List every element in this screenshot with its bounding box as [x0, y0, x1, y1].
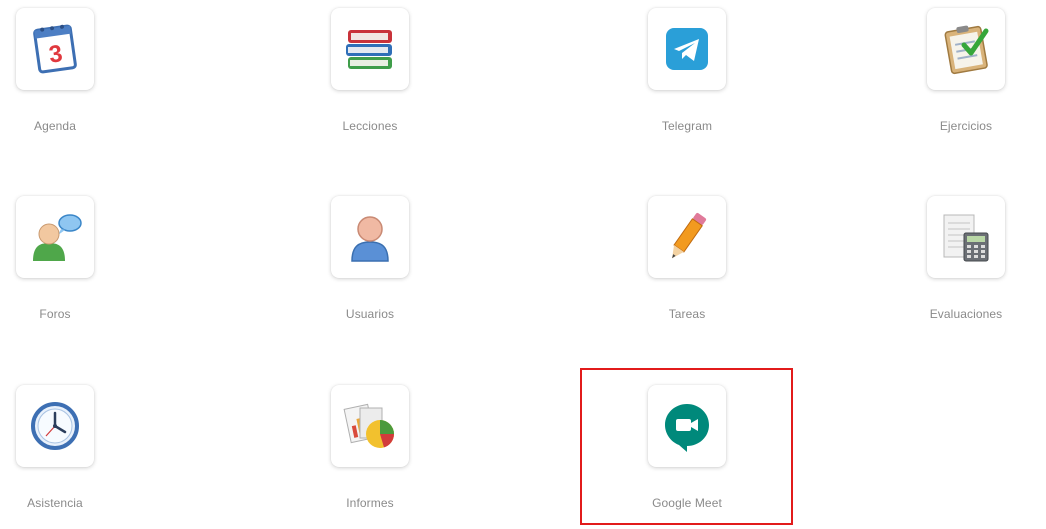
tool-label-ejercicios[interactable]: Ejercicios: [886, 119, 1046, 133]
calculator-sheet-icon: [943, 214, 989, 262]
tool-usuarios[interactable]: Usuarios: [290, 196, 450, 336]
tool-tile[interactable]: [331, 385, 409, 467]
tool-tile[interactable]: [648, 196, 726, 278]
tool-telegram[interactable]: Telegram: [607, 8, 767, 148]
tool-informes[interactable]: Informes: [290, 385, 450, 525]
tool-label-agenda[interactable]: Agenda: [0, 119, 135, 133]
reports-chart-icon: [343, 403, 394, 448]
tool-label-lecciones[interactable]: Lecciones: [290, 119, 450, 133]
tool-tile[interactable]: [927, 8, 1005, 90]
tool-tile[interactable]: [927, 196, 1005, 278]
tool-label-telegram[interactable]: Telegram: [607, 119, 767, 133]
tool-tile[interactable]: [331, 196, 409, 278]
tool-tile[interactable]: [16, 385, 94, 467]
tool-agenda[interactable]: 3 Agenda: [0, 8, 135, 148]
tool-evaluaciones[interactable]: Evaluaciones: [886, 196, 1046, 336]
tool-tile[interactable]: [648, 385, 726, 467]
tool-tile[interactable]: 3: [16, 8, 94, 90]
tool-foros[interactable]: Foros: [0, 196, 135, 336]
telegram-icon: [666, 28, 708, 70]
checklist-icon: [944, 25, 989, 75]
tool-label-evaluaciones[interactable]: Evaluaciones: [886, 307, 1046, 321]
pencil-icon: [672, 213, 707, 259]
tool-label-usuarios[interactable]: Usuarios: [290, 307, 450, 321]
tool-label-foros[interactable]: Foros: [0, 307, 135, 321]
forum-user-icon: [33, 214, 82, 261]
tool-tile[interactable]: [16, 196, 94, 278]
tool-label-google-meet[interactable]: Google Meet: [607, 496, 767, 510]
tool-google-meet[interactable]: Google Meet: [607, 385, 767, 525]
calendar-icon: 3: [33, 24, 77, 74]
tool-tile[interactable]: [648, 8, 726, 90]
tool-tareas[interactable]: Tareas: [607, 196, 767, 336]
tool-asistencia[interactable]: Asistencia: [0, 385, 135, 525]
tool-lecciones[interactable]: Lecciones: [290, 8, 450, 148]
google-meet-icon: [665, 404, 709, 452]
user-icon: [351, 216, 389, 262]
tool-label-asistencia[interactable]: Asistencia: [0, 496, 135, 510]
tool-tile[interactable]: [331, 8, 409, 90]
books-icon: [346, 30, 392, 69]
tool-label-informes[interactable]: Informes: [290, 496, 450, 510]
course-tools-page: { "tools": { "agenda": { "label": "Agend…: [0, 0, 1046, 529]
tool-ejercicios[interactable]: Ejercicios: [886, 8, 1046, 148]
clock-icon: [31, 402, 79, 450]
tool-label-tareas[interactable]: Tareas: [607, 307, 767, 321]
